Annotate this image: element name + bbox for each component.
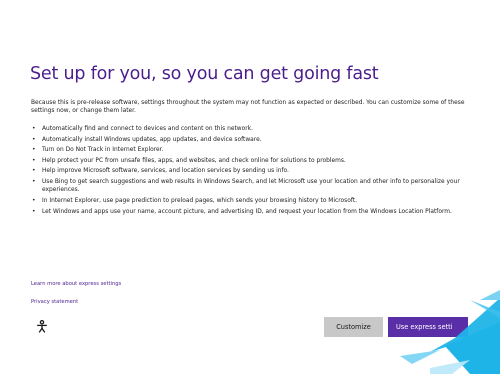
bullet-icon: •: [32, 126, 36, 132]
list-item: • Turn on Do Not Track in Internet Explor…: [31, 146, 471, 154]
customize-button[interactable]: Customize: [324, 317, 383, 337]
settings-list: • Automatically find and connect to devic…: [31, 125, 471, 218]
list-item: • In Internet Explorer, use page predicti…: [31, 197, 471, 205]
bullet-icon: •: [32, 147, 36, 154]
bullet-icon: •: [32, 136, 36, 143]
list-item-text: Help improve Microsoft software, service…: [42, 168, 289, 175]
intro-text: Because this is pre-release software, se…: [31, 100, 465, 115]
ease-of-access-icon[interactable]: [35, 319, 49, 333]
list-item-text: Let Windows and apps use your name, acco…: [42, 208, 452, 215]
privacy-statement-link[interactable]: Privacy statement: [31, 299, 78, 305]
list-item-text: Automatically install Windows updates, a…: [42, 136, 262, 143]
ease-of-access-glyph: [37, 319, 47, 333]
list-item-text: Use Bing to get search suggestions and w…: [42, 178, 460, 194]
bullet-icon: •: [32, 168, 36, 175]
learn-more-express-link[interactable]: Learn more about express settings: [31, 281, 121, 287]
list-item-text: In Internet Explorer, use page predictio…: [42, 197, 357, 204]
list-item: • Let Windows and apps use your name, acc…: [31, 208, 471, 216]
list-item: • Use Bing to get search suggestions and …: [31, 178, 471, 195]
list-item: • Help protect your PC from unsafe files,…: [31, 157, 471, 165]
bullet-icon: •: [32, 197, 36, 204]
bullet-icon: •: [32, 208, 36, 215]
bullet-icon: •: [32, 157, 36, 164]
use-express-settings-button[interactable]: Use express setti: [388, 317, 468, 337]
list-item: • Automatically install Windows updates, …: [31, 136, 471, 144]
page-title: Set up for you, so you can get going fas…: [30, 64, 379, 84]
list-item: • Automatically find and connect to devic…: [31, 125, 471, 133]
list-item-text: Help protect your PC from unsafe files, …: [42, 157, 346, 164]
list-item: • Help improve Microsoft software, servic…: [31, 167, 471, 175]
list-item-text: Turn on Do Not Track in Internet Explore…: [42, 147, 164, 154]
bullet-icon: •: [32, 178, 36, 185]
list-item-text: Automatically find and connect to device…: [42, 126, 253, 132]
setup-page: Set up for you, so you can get going fas…: [0, 0, 500, 374]
